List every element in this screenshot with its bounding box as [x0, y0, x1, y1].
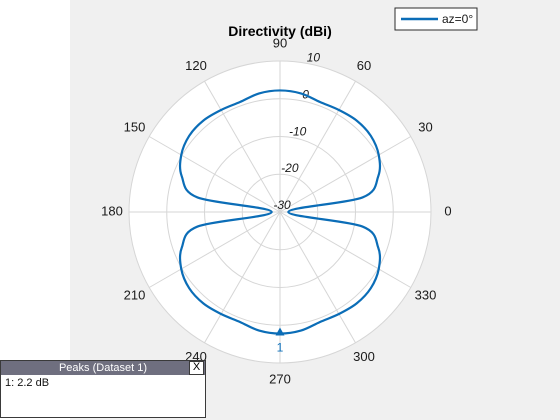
close-button[interactable]: X	[189, 361, 204, 375]
angle-tick-label: 180	[101, 203, 123, 218]
polar-chart: 0306090120150180210240270300330 -30-20-1…	[70, 0, 560, 420]
angle-tick-label: 120	[185, 58, 207, 73]
peaks-list-item[interactable]: 1: 2.2 dB	[5, 377, 201, 389]
legend-entry: az=0°	[442, 12, 473, 26]
angle-tick-label: 60	[357, 58, 371, 73]
chart-title: Directivity (dBi)	[228, 23, 331, 39]
radial-tick-label: -10	[289, 124, 307, 138]
peaks-list: 1: 2.2 dB	[1, 375, 205, 391]
peaks-panel-header[interactable]: Peaks (Dataset 1) X	[1, 361, 205, 375]
peaks-panel[interactable]: Peaks (Dataset 1) X 1: 2.2 dB	[0, 360, 206, 418]
angle-tick-label: 330	[415, 287, 437, 302]
angle-tick-label: 30	[418, 119, 432, 134]
angle-tick-label: 210	[124, 287, 146, 302]
peak-marker-label: 1	[277, 341, 284, 355]
angle-tick-label: 0	[444, 203, 451, 218]
angle-tick-label: 300	[353, 349, 375, 364]
angle-tick-label: 150	[124, 119, 146, 134]
radial-tick-label: -30	[273, 198, 291, 212]
radial-tick-label: -20	[281, 161, 299, 175]
peaks-panel-title: Peaks (Dataset 1)	[58, 362, 148, 374]
radial-tick-label: 10	[307, 50, 321, 64]
angle-tick-label: 270	[269, 371, 291, 386]
legend[interactable]: az=0°	[394, 7, 478, 31]
